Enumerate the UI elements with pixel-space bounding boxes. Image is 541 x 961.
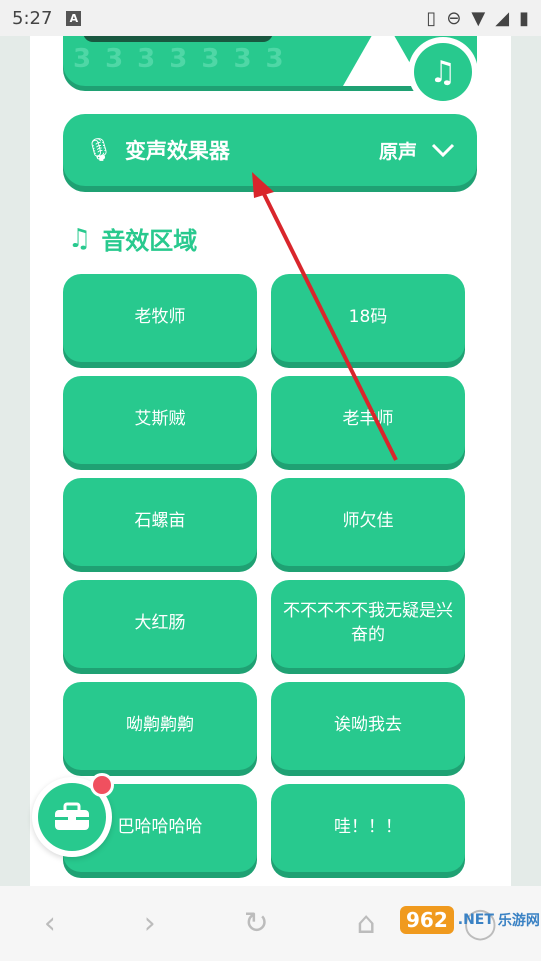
signal-icon: ◢ (495, 7, 510, 29)
battery-icon: ▮ (519, 7, 529, 29)
status-time: 5:27 (12, 7, 53, 29)
vibrate-icon: ▯ (426, 7, 437, 29)
microphone-icon: 🎙 (85, 137, 113, 163)
sound-button[interactable]: 诶呦我去 (271, 682, 465, 770)
home-icon[interactable]: ⌂ (357, 906, 376, 941)
watermark-net: .NET (457, 912, 494, 928)
music-button[interactable]: ♫ (408, 37, 478, 107)
banner-title-graphic (83, 36, 273, 42)
wifi-icon: ▼ (471, 7, 486, 29)
back-icon[interactable]: ‹ (44, 906, 56, 941)
status-icons: ▯ ⊖ ▼ ◢ ▮ (426, 8, 529, 29)
site-watermark: 962 .NET 乐游网 (400, 906, 540, 934)
sound-button[interactable]: 不不不不不我无疑是兴奋的 (271, 580, 465, 668)
watermark-site: 乐游网 (497, 913, 540, 929)
watermark-logo: 962 (400, 906, 454, 934)
sound-button[interactable]: 哇！！！ (271, 784, 465, 872)
minus-circle-icon: ⊖ (446, 7, 462, 29)
sound-button[interactable]: 石螺亩 (63, 478, 257, 566)
music-note-icon: ♫ (68, 223, 92, 254)
status-bar: 5:27 A ▯ ⊖ ▼ ◢ ▮ (0, 0, 541, 36)
section-title: 音效区域 (101, 227, 198, 255)
voice-changer-selector[interactable]: 🎙 变声效果器 原声 (63, 114, 477, 186)
forward-icon[interactable]: › (144, 906, 156, 941)
sound-button[interactable]: 师欠佳 (271, 478, 465, 566)
toolbox-button[interactable] (32, 773, 114, 857)
notification-badge (90, 773, 114, 797)
sound-button[interactable]: 老丰师 (271, 376, 465, 464)
sound-button[interactable]: 老牧师 (63, 274, 257, 362)
notification-a-icon: A (66, 10, 82, 26)
sound-button[interactable]: 大红肠 (63, 580, 257, 668)
app-page: 3333333 🎙 变声效果器 原声 ♫ 音效区域 老牧师 18码 艾斯贼 老丰… (30, 36, 511, 886)
sound-button[interactable]: 呦齁齁齁 (63, 682, 257, 770)
voice-changer-title: 变声效果器 (124, 139, 230, 163)
banner-pattern: 3333333 (73, 44, 298, 74)
section-heading: ♫ 音效区域 (68, 221, 197, 256)
sound-button[interactable]: 18码 (271, 274, 465, 362)
refresh-icon[interactable]: ↻ (244, 906, 269, 941)
music-note-icon: ♫ (414, 43, 472, 101)
chevron-down-icon (431, 138, 455, 163)
voice-selected-value: 原声 (378, 140, 417, 163)
sound-button[interactable]: 艾斯贼 (63, 376, 257, 464)
